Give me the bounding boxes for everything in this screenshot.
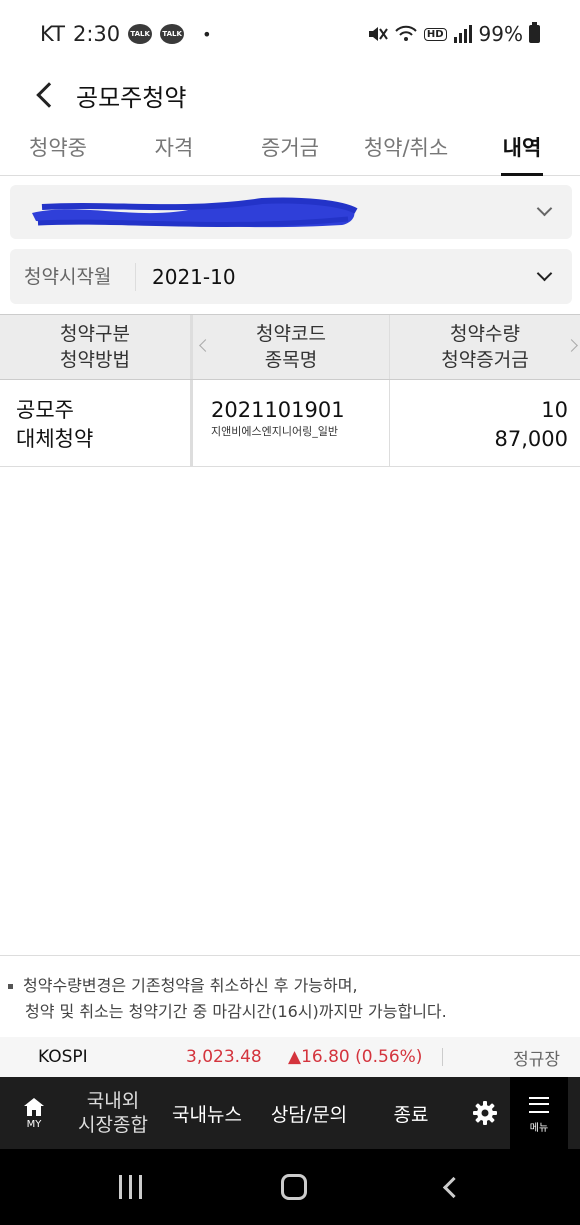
month-label: 청약시작월 — [10, 262, 136, 291]
tab-bar: 청약중 자격 증거금 청약/취소 내역 — [0, 122, 580, 176]
nav-market-label-1: 국내외 — [86, 1090, 140, 1112]
row-deposit: 87,000 — [494, 427, 568, 451]
scroll-right-icon[interactable] — [565, 339, 578, 352]
table-row[interactable]: 공모주 대체청약 2021101901 지앤비에스엔지니어링_일반 10 87,… — [0, 380, 580, 467]
app-header: 공모주청약 — [0, 68, 580, 122]
row-type-cell: 공모주 대체청약 — [0, 380, 193, 466]
hd-voice-icon: HD — [423, 27, 447, 41]
row-type: 공모주 — [16, 398, 74, 422]
row-method: 대체청약 — [16, 427, 94, 451]
scroll-left-icon[interactable] — [199, 339, 212, 352]
nav-my-label: MY — [26, 1118, 42, 1130]
battery-percent: 99% — [478, 22, 523, 46]
carrier-label: KT — [40, 22, 65, 46]
mute-icon — [368, 27, 388, 41]
hamburger-menu-icon — [529, 1097, 549, 1113]
ticker-divider — [442, 1048, 444, 1066]
status-right: HD 99% — [366, 22, 540, 46]
page-title: 공모주청약 — [76, 83, 187, 112]
month-value: 2021-10 — [152, 264, 236, 289]
system-back-icon[interactable] — [442, 1176, 464, 1198]
bullet-icon — [8, 984, 13, 989]
header-deposit-label: 청약증거금 — [441, 349, 529, 371]
tab-subscribing[interactable]: 청약중 — [0, 122, 116, 175]
tab-subscribe-cancel[interactable]: 청약/취소 — [348, 122, 464, 175]
month-select[interactable]: 청약시작월 2021-10 — [10, 249, 572, 304]
clock: 2:30 — [72, 22, 121, 46]
nav-menu-label: 메뉴 — [529, 1123, 549, 1134]
history-table: 청약구분 청약방법 청약코드 종목명 청약수량 청약증거금 공모주 대체청약 2… — [0, 314, 580, 467]
tab-eligibility[interactable]: 자격 — [116, 122, 232, 175]
header-col-quantity: 청약수량 청약증거금 — [390, 315, 580, 379]
notice-line-2: 청약 및 취소는 청약기간 중 마감시간(16시)까지만 가능합니다. — [25, 1002, 447, 1021]
header-quantity-label: 청약수량 — [450, 323, 520, 345]
index-ticker[interactable]: KOSPI 3,023.48 ▲16.80 (0.56%) 정규장 — [0, 1037, 580, 1077]
account-select[interactable] — [10, 185, 572, 239]
recent-apps-icon[interactable] — [119, 1175, 143, 1199]
gear-icon — [473, 1101, 497, 1125]
header-name-label: 종목명 — [264, 349, 318, 371]
chevron-down-icon — [536, 200, 553, 217]
nav-market-button[interactable]: 국내외 시장종합 — [68, 1089, 158, 1137]
header-col-type: 청약구분 청약방법 — [0, 315, 193, 379]
table-header: 청약구분 청약방법 청약코드 종목명 청약수량 청약증거금 — [0, 314, 580, 380]
more-notifications-dot: • — [202, 24, 212, 44]
system-home-icon[interactable] — [280, 1174, 307, 1200]
notice-line-1: 청약수량변경은 기존청약을 취소하신 후 가능하며, — [23, 976, 358, 995]
nav-exit-button[interactable]: 종료 — [362, 1100, 460, 1127]
back-arrow-icon[interactable] — [36, 82, 62, 108]
home-icon — [24, 1097, 44, 1116]
battery-icon — [529, 22, 540, 43]
ticker-value: 3,023.48 — [186, 1047, 262, 1067]
row-code-cell: 2021101901 지앤비에스엔지니어링_일반 — [193, 380, 390, 466]
kakaotalk-notification-icon-2: TALK — [160, 24, 185, 44]
notice: 청약수량변경은 기존청약을 취소하신 후 가능하며, 청약 및 취소는 청약기간… — [0, 955, 580, 1037]
header-col-code: 청약코드 종목명 — [193, 315, 390, 379]
chevron-down-icon — [536, 265, 553, 282]
signal-icon — [453, 25, 472, 43]
kakaotalk-notification-icon: TALK — [128, 24, 153, 44]
redaction-scribble — [32, 197, 358, 228]
bottom-nav: MY 국내외 시장종합 국내뉴스 상담/문의 종료 메뉴 — [0, 1077, 580, 1149]
market-status: 정규장 — [513, 1049, 560, 1070]
status-left: KT 2:30 TALK TALK • — [40, 22, 212, 46]
header-code-label: 청약코드 — [256, 323, 326, 345]
settings-gear-icon[interactable] — [460, 1100, 510, 1126]
row-quantity-cell: 10 87,000 — [390, 380, 580, 466]
nav-consult-button[interactable]: 상담/문의 — [256, 1100, 362, 1127]
nav-news-button[interactable]: 국내뉴스 — [158, 1100, 256, 1127]
row-quantity: 10 — [541, 398, 568, 422]
tab-deposit[interactable]: 증거금 — [232, 122, 348, 175]
header-type-label: 청약구분 — [60, 323, 130, 345]
row-stock-name: 지앤비에스엔지니어링_일반 — [211, 425, 338, 438]
nav-market-label-2: 시장종합 — [78, 1114, 148, 1136]
row-code: 2021101901 — [211, 398, 345, 422]
ticker-name: KOSPI — [38, 1047, 88, 1067]
header-method-label: 청약방법 — [60, 349, 130, 371]
status-bar: KT 2:30 TALK TALK • HD 99% — [0, 0, 580, 68]
tab-history[interactable]: 내역 — [464, 122, 580, 175]
wifi-icon — [395, 25, 417, 41]
nav-my-button[interactable]: MY — [0, 1097, 68, 1130]
ticker-change: ▲16.80 (0.56%) — [288, 1047, 423, 1067]
system-nav-bar — [0, 1149, 580, 1225]
nav-menu-button[interactable]: 메뉴 — [510, 1077, 568, 1149]
